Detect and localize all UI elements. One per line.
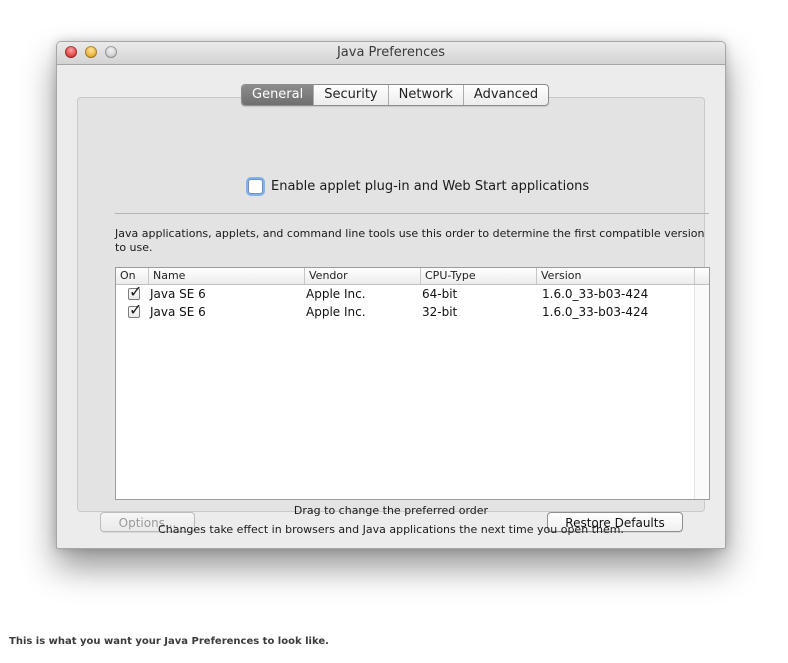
- tab-general[interactable]: General: [242, 85, 314, 105]
- table-header: On Name Vendor CPU-Type Version: [116, 268, 709, 285]
- screenshot-caption: This is what you want your Java Preferen…: [9, 636, 329, 647]
- changes-note: Changes take effect in browsers and Java…: [158, 523, 624, 536]
- row-enabled-checkbox[interactable]: ✓: [128, 302, 142, 318]
- tab-security[interactable]: Security: [313, 85, 387, 105]
- java-versions-table: On Name Vendor CPU-Type Version ✓ Java S…: [115, 267, 710, 500]
- row-vendor: Apple Inc.: [306, 287, 366, 301]
- table-scrollbar[interactable]: [694, 285, 709, 499]
- row-name: Java SE 6: [150, 305, 206, 319]
- table-row[interactable]: ✓ Java SE 6 Apple Inc. 64-bit 1.6.0_33-b…: [116, 284, 709, 303]
- order-description: Java applications, applets, and command …: [115, 227, 705, 254]
- java-preferences-window: Java Preferences Enable applet plug-in a…: [56, 41, 726, 549]
- tab-bar: General Security Network Advanced: [241, 84, 550, 106]
- divider: [115, 213, 709, 214]
- enable-applet-row[interactable]: Enable applet plug-in and Web Start appl…: [248, 179, 589, 194]
- enable-applet-checkbox[interactable]: [248, 179, 263, 194]
- row-enabled-checkbox[interactable]: ✓: [128, 284, 142, 300]
- column-header-spacer: [694, 268, 709, 284]
- row-version: 1.6.0_33-b03-424: [542, 287, 649, 301]
- row-version: 1.6.0_33-b03-424: [542, 305, 649, 319]
- column-header-vendor[interactable]: Vendor: [304, 268, 420, 284]
- table-row[interactable]: ✓ Java SE 6 Apple Inc. 32-bit 1.6.0_33-b…: [116, 302, 709, 321]
- window-title: Java Preferences: [336, 45, 446, 60]
- row-vendor: Apple Inc.: [306, 305, 366, 319]
- general-pane: Enable applet plug-in and Web Start appl…: [77, 97, 710, 532]
- checkmark-icon: ✓: [129, 300, 143, 319]
- column-header-cpu-type[interactable]: CPU-Type: [420, 268, 536, 284]
- column-header-version[interactable]: Version: [536, 268, 694, 284]
- title-bar[interactable]: Java Preferences: [57, 42, 725, 65]
- checkmark-icon: ✓: [129, 282, 143, 301]
- tab-network[interactable]: Network: [387, 85, 463, 105]
- enable-applet-label[interactable]: Enable applet plug-in and Web Start appl…: [271, 179, 589, 194]
- row-cpu-type: 32-bit: [422, 305, 458, 319]
- tab-advanced[interactable]: Advanced: [462, 85, 548, 105]
- row-cpu-type: 64-bit: [422, 287, 458, 301]
- column-header-name[interactable]: Name: [148, 268, 304, 284]
- row-name: Java SE 6: [150, 287, 206, 301]
